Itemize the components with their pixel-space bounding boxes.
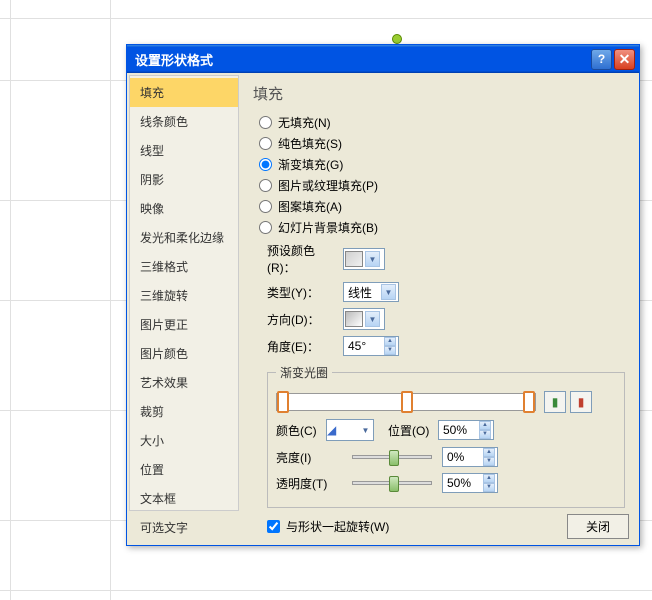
section-heading: 填充 [253, 83, 625, 104]
slider-thumb[interactable] [389, 476, 399, 492]
add-stop-button[interactable]: ▮ [544, 391, 566, 413]
gradient-stops-group: 渐变光圈 ▮ ▮ 颜色(C) ◢ ▼ [267, 364, 625, 508]
sidebar-item-line-style[interactable]: 线型 [130, 136, 238, 165]
type-value: 线性 [348, 284, 372, 301]
chevron-down-icon: ▼ [358, 422, 373, 438]
gradient-stops-slider[interactable] [276, 393, 536, 411]
sidebar-item-line-color[interactable]: 线条颜色 [130, 107, 238, 136]
sidebar-item-crop[interactable]: 裁剪 [130, 397, 238, 426]
chevron-down-icon: ▼ [381, 284, 396, 300]
label-type: 类型(Y)： [267, 284, 343, 301]
close-button[interactable]: ✕ [614, 49, 635, 70]
category-sidebar: 填充 线条颜色 线型 阴影 映像 发光和柔化边缘 三维格式 三维旋转 图片更正 … [129, 75, 239, 511]
help-button[interactable]: ? [591, 49, 612, 70]
label-no-fill: 无填充(N) [278, 114, 331, 131]
sidebar-item-reflection[interactable]: 映像 [130, 194, 238, 223]
sidebar-item-picture-correction[interactable]: 图片更正 [130, 310, 238, 339]
label-color: 颜色(C) [276, 422, 326, 439]
brightness-input[interactable] [447, 450, 483, 464]
direction-swatch-icon [345, 311, 363, 327]
sidebar-item-alttext[interactable]: 可选文字 [130, 513, 238, 542]
gradient-stop-3[interactable] [523, 391, 535, 413]
label-angle: 角度(E)： [267, 338, 343, 355]
label-solid-fill: 纯色填充(S) [278, 135, 342, 152]
radio-slide-bg-fill[interactable] [259, 221, 272, 234]
transparency-slider[interactable] [352, 481, 432, 485]
position-spinner[interactable]: ▲▼ [438, 420, 494, 440]
label-position: 位置(O) [388, 422, 438, 439]
label-direction: 方向(D)： [267, 311, 343, 328]
sidebar-item-artistic[interactable]: 艺术效果 [130, 368, 238, 397]
sidebar-item-shadow[interactable]: 阴影 [130, 165, 238, 194]
format-shape-dialog: 设置形状格式 ? ✕ 填充 线条颜色 线型 阴影 映像 发光和柔化边缘 三维格式… [126, 44, 640, 546]
position-input[interactable] [443, 423, 479, 437]
angle-input[interactable] [348, 339, 384, 353]
spin-down-icon[interactable]: ▼ [384, 346, 396, 355]
radio-no-fill[interactable] [259, 116, 272, 129]
gradient-stop-1[interactable] [277, 391, 289, 413]
sidebar-item-fill[interactable]: 填充 [130, 78, 238, 107]
remove-stop-button[interactable]: ▮ [570, 391, 592, 413]
spin-up-icon[interactable]: ▲ [384, 337, 396, 346]
preset-color-button[interactable]: ▼ [343, 248, 385, 270]
close-dialog-button[interactable]: 关闭 [567, 514, 629, 539]
spin-up-icon[interactable]: ▲ [483, 448, 495, 457]
shape-rotate-handle[interactable] [392, 34, 402, 44]
label-pattern-fill: 图案填充(A) [278, 198, 342, 215]
spin-down-icon[interactable]: ▼ [479, 430, 491, 439]
radio-gradient-fill[interactable] [259, 158, 272, 171]
label-preset-color: 预设颜色(R)： [267, 242, 343, 276]
label-transparency: 透明度(T) [276, 475, 342, 492]
slider-thumb[interactable] [389, 450, 399, 466]
gradient-stop-2[interactable] [401, 391, 413, 413]
sidebar-item-position[interactable]: 位置 [130, 455, 238, 484]
chevron-down-icon: ▼ [365, 311, 380, 327]
sidebar-item-glow[interactable]: 发光和柔化边缘 [130, 223, 238, 252]
radio-pattern-fill[interactable] [259, 200, 272, 213]
sidebar-item-size[interactable]: 大小 [130, 426, 238, 455]
sidebar-item-3d-rotation[interactable]: 三维旋转 [130, 281, 238, 310]
label-brightness: 亮度(I) [276, 449, 342, 466]
radio-solid-fill[interactable] [259, 137, 272, 150]
titlebar[interactable]: 设置形状格式 ? ✕ [127, 45, 639, 73]
label-picture-fill: 图片或纹理填充(P) [278, 177, 378, 194]
label-slide-bg-fill: 幻灯片背景填充(B) [278, 219, 378, 236]
sidebar-item-3d-format[interactable]: 三维格式 [130, 252, 238, 281]
radio-picture-fill[interactable] [259, 179, 272, 192]
spin-down-icon[interactable]: ▼ [483, 457, 495, 466]
rotate-with-shape-checkbox[interactable] [267, 520, 280, 533]
dialog-title: 设置形状格式 [135, 50, 589, 69]
spin-up-icon[interactable]: ▲ [483, 474, 495, 483]
direction-button[interactable]: ▼ [343, 308, 385, 330]
transparency-input[interactable] [447, 476, 483, 490]
type-combo[interactable]: 线性 ▼ [343, 282, 399, 302]
transparency-spinner[interactable]: ▲▼ [442, 473, 498, 493]
spin-up-icon[interactable]: ▲ [479, 421, 491, 430]
label-gradient-stops: 渐变光圈 [276, 364, 332, 381]
add-stop-icon: ▮ [552, 395, 559, 409]
brightness-spinner[interactable]: ▲▼ [442, 447, 498, 467]
label-rotate-with-shape: 与形状一起旋转(W) [286, 518, 389, 535]
sidebar-item-picture-color[interactable]: 图片颜色 [130, 339, 238, 368]
label-gradient-fill: 渐变填充(G) [278, 156, 343, 173]
brightness-slider[interactable] [352, 455, 432, 459]
chevron-down-icon: ▼ [365, 251, 380, 267]
color-picker-button[interactable]: ◢ ▼ [326, 419, 374, 441]
fill-panel: 填充 无填充(N) 纯色填充(S) 渐变填充(G) 图片或纹理填充(P) 图案填… [239, 73, 639, 513]
preset-swatch-icon [345, 251, 363, 267]
spin-down-icon[interactable]: ▼ [483, 483, 495, 492]
paint-bucket-icon: ◢ [327, 423, 336, 437]
remove-stop-icon: ▮ [578, 395, 585, 409]
sidebar-item-textbox[interactable]: 文本框 [130, 484, 238, 513]
angle-spinner[interactable]: ▲▼ [343, 336, 399, 356]
